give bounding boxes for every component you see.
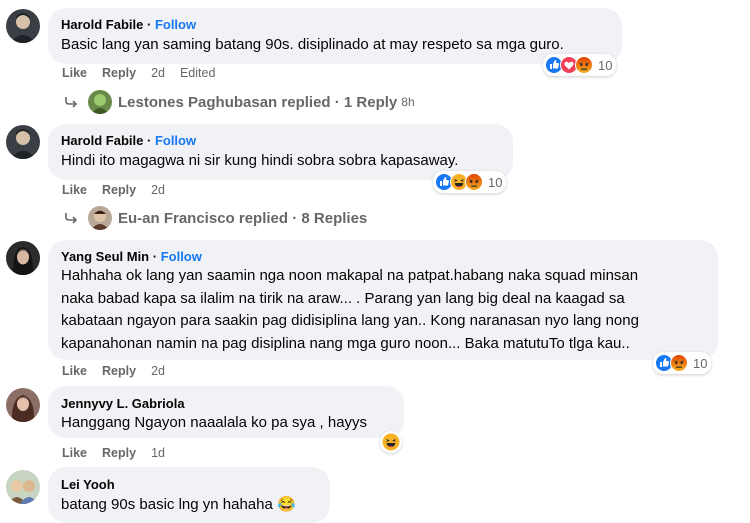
- reaction-summary[interactable]: 10: [433, 171, 507, 193]
- avatar[interactable]: [6, 241, 40, 275]
- comment-author[interactable]: Jennyvy L. Gabriola: [61, 396, 185, 411]
- comment-text: Basic lang yan saming batang 90s. disipl…: [61, 36, 564, 53]
- comment-time[interactable]: 1d: [151, 446, 165, 460]
- comment-time[interactable]: 2d: [151, 66, 165, 80]
- avatar[interactable]: [6, 470, 40, 504]
- reply-arrow-icon: [65, 97, 78, 108]
- reply-button[interactable]: Reply: [102, 364, 136, 378]
- like-button[interactable]: Like: [62, 446, 87, 460]
- comment-author[interactable]: Harold Fabile: [61, 133, 143, 148]
- comment-time[interactable]: 2d: [151, 183, 165, 197]
- comment-author[interactable]: Lei Yooh: [61, 477, 115, 492]
- edited-label: Edited: [179, 66, 216, 80]
- separator-dot: ·: [146, 133, 155, 148]
- follow-button[interactable]: Follow: [161, 249, 202, 264]
- view-replies[interactable]: Lestones Paghubasan replied · 1 Reply 8h: [64, 90, 415, 114]
- reply-arrow-icon: [65, 213, 78, 224]
- comment-actions: Like Reply 2d Edited: [62, 66, 230, 80]
- avatar[interactable]: [6, 9, 40, 43]
- separator-dot: ·: [292, 209, 298, 227]
- comment-text: batang 90s basic lng yn hahaha 😂: [61, 496, 296, 513]
- reply-button[interactable]: Reply: [102, 66, 136, 80]
- separator-dot: ·: [146, 17, 155, 32]
- comment-author[interactable]: Yang Seul Min: [61, 249, 149, 264]
- comment-author-line: Harold Fabile · Follow: [61, 17, 196, 32]
- avatar: [88, 206, 112, 230]
- reply-button[interactable]: Reply: [102, 183, 136, 197]
- reply-author[interactable]: Lestones Paghubasan: [118, 94, 277, 111]
- avatar[interactable]: [6, 125, 40, 159]
- comment-author-line: Yang Seul Min · Follow: [61, 249, 202, 264]
- comment-author-line: Harold Fabile · Follow: [61, 133, 196, 148]
- comment-text-line: kapanahonan namin na pag disiplina nang …: [61, 334, 630, 352]
- comment-text-line: naka babad kapa sa ilalim na tirik na ar…: [61, 289, 625, 307]
- haha-icon: [382, 433, 400, 451]
- reaction-count: 10: [693, 355, 708, 371]
- avatar: [88, 90, 112, 114]
- reply-time: 8h: [401, 95, 415, 109]
- reaction-summary[interactable]: 10: [653, 352, 712, 374]
- angry-icon: [465, 173, 483, 191]
- comment-text: Hindi ito magagwa ni sir kung hindi sobr…: [61, 152, 459, 169]
- reaction-count: 10: [488, 174, 503, 190]
- reply-label: replied: [281, 93, 331, 111]
- like-button[interactable]: Like: [62, 183, 87, 197]
- comment-text-line: kabataan ngayon para saakin pag didisipl…: [61, 312, 639, 329]
- comment-actions: Like Reply 2d: [62, 364, 180, 378]
- view-replies[interactable]: Eu-an Francisco replied · 8 Replies: [64, 206, 367, 230]
- reply-author[interactable]: Eu-an Francisco: [118, 210, 235, 227]
- comment-text-line: Hahhaha ok lang yan saamin nga noon maka…: [61, 267, 639, 284]
- like-button[interactable]: Like: [62, 364, 87, 378]
- reply-count[interactable]: 1 Reply: [344, 94, 397, 111]
- reaction-count: 10: [598, 57, 613, 73]
- comment-text: Hanggang Ngayon naaalala ko pa sya , hay…: [61, 414, 368, 431]
- comment-actions: Like Reply 1d: [62, 446, 180, 460]
- reply-button[interactable]: Reply: [102, 446, 136, 460]
- comment-author[interactable]: Harold Fabile: [61, 17, 143, 32]
- like-button[interactable]: Like: [62, 66, 87, 80]
- reply-count[interactable]: 8 Replies: [301, 210, 367, 227]
- angry-icon: [670, 354, 688, 372]
- separator-dot: ·: [152, 249, 161, 264]
- avatar[interactable]: [6, 388, 40, 422]
- reaction-summary[interactable]: [380, 431, 402, 453]
- reaction-summary[interactable]: 10: [543, 54, 617, 76]
- follow-button[interactable]: Follow: [155, 17, 196, 32]
- comment-actions: Like Reply 2d: [62, 183, 180, 197]
- angry-icon: [575, 56, 593, 74]
- reply-label: replied: [238, 209, 289, 227]
- follow-button[interactable]: Follow: [155, 133, 196, 148]
- separator-dot: ·: [334, 93, 340, 111]
- comment-time[interactable]: 2d: [151, 364, 165, 378]
